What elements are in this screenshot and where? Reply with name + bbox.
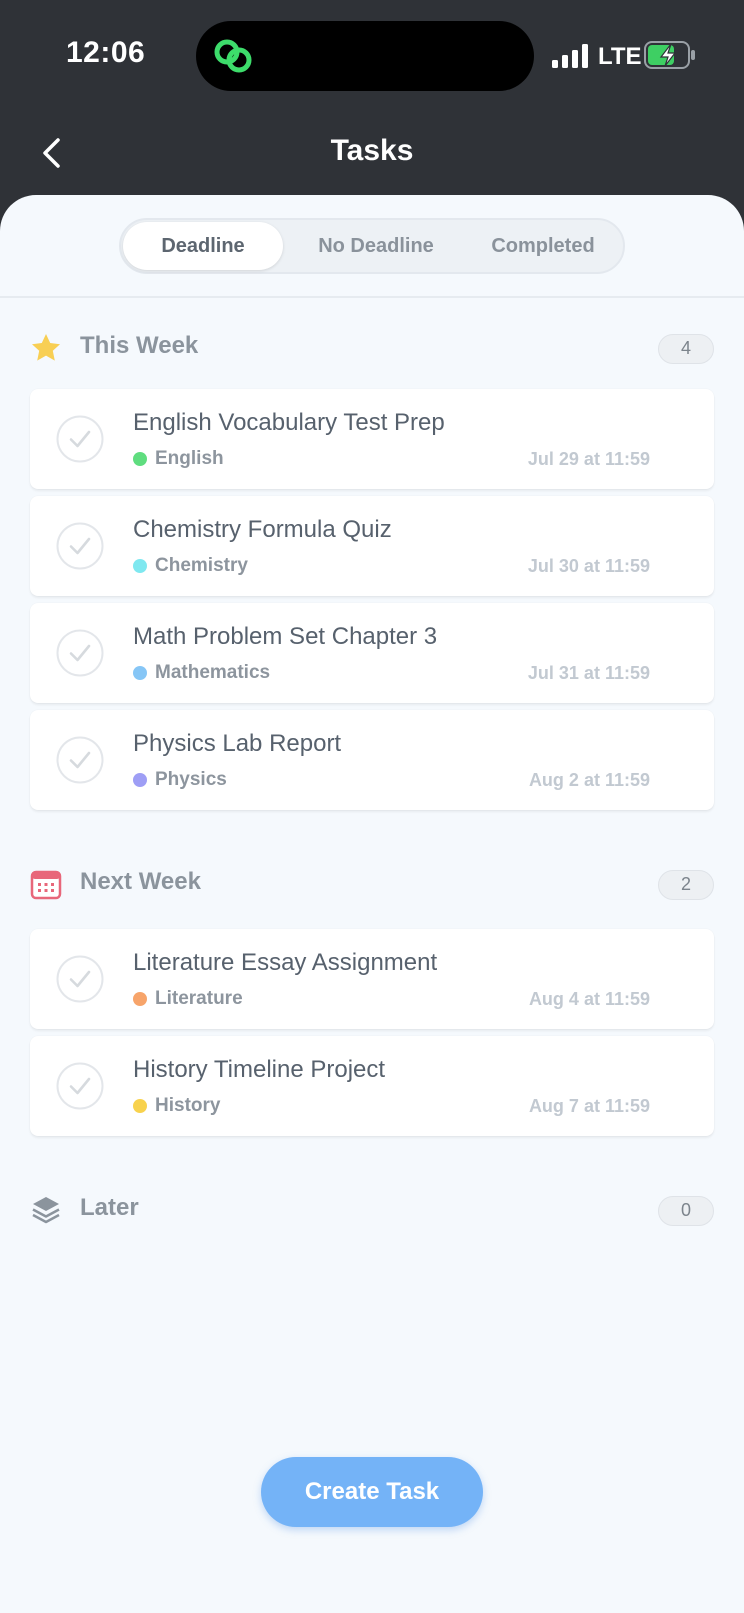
checkmark-circle-icon[interactable] [56,522,104,570]
network-type: LTE [598,43,642,70]
task-title: Literature Essay Assignment [133,949,438,976]
star-icon [32,334,60,361]
task-card[interactable]: History Timeline Project History Aug 7 a… [30,1036,714,1136]
app-link-icon [214,39,252,73]
content-sheet: Deadline No Deadline Completed This Week… [0,195,744,1613]
create-task-button[interactable]: Create Task [261,1457,483,1527]
task-subject: Chemistry [155,555,248,576]
task-due-date: Jul 31 at 11:59 [527,663,650,683]
page-title: Tasks [330,134,414,167]
task-subject: Mathematics [155,662,271,683]
section-header-next-week: Next Week 2 [30,864,714,904]
task-title: History Timeline Project [133,1056,386,1083]
task-card[interactable]: English Vocabulary Test Prep English Jul… [30,389,714,489]
task-due-date: Aug 2 at 11:59 [528,770,650,790]
tab-no-deadline[interactable]: No Deadline [291,220,461,272]
task-due-date: Aug 4 at 11:59 [528,989,650,1009]
subject-color-dot [133,666,147,680]
subject-color-dot [133,452,147,466]
task-card[interactable]: Chemistry Formula Quiz Chemistry Jul 30 … [30,496,714,596]
task-due-date: Jul 29 at 11:59 [527,449,650,469]
task-title: Chemistry Formula Quiz [133,516,392,543]
filter-tabs: Deadline No Deadline Completed [119,218,625,274]
subject-color-dot [133,773,147,787]
nav-bar: Tasks [0,110,744,196]
task-title: Math Problem Set Chapter 3 [133,623,438,650]
task-title: English Vocabulary Test Prep [133,409,445,436]
checkmark-circle-icon[interactable] [56,629,104,677]
dynamic-island [196,21,534,91]
subject-color-dot [133,559,147,573]
subject-color-dot [133,992,147,1006]
section-count-badge: 2 [658,870,714,900]
section-count-badge: 4 [658,334,714,364]
task-title: Physics Lab Report [133,730,342,757]
task-due-date: Jul 30 at 11:59 [527,556,650,576]
task-subject: History [155,1095,221,1116]
status-time: 12:06 [66,36,146,69]
task-card[interactable]: Physics Lab Report Physics Aug 2 at 11:5… [30,710,714,810]
task-subject: English [155,448,224,469]
tab-deadline[interactable]: Deadline [123,222,283,270]
checkmark-circle-icon[interactable] [56,736,104,784]
checkmark-circle-icon[interactable] [56,955,104,1003]
section-title: Later [80,1194,139,1221]
status-bar: 12:06 LTE [0,0,744,110]
checkmark-circle-icon[interactable] [56,415,104,463]
section-title: Next Week [80,868,201,895]
tabs-divider [0,296,744,298]
tab-completed[interactable]: Completed [461,220,625,272]
calendar-icon [30,870,62,900]
task-card[interactable]: Literature Essay Assignment Literature A… [30,929,714,1029]
section-title: This Week [80,332,199,359]
battery-charging-icon [644,41,695,69]
checkmark-circle-icon[interactable] [56,1062,104,1110]
signal-icon [552,44,588,68]
subject-color-dot [133,1099,147,1113]
section-count-badge: 0 [658,1196,714,1226]
task-subject: Physics [155,769,227,790]
section-header-later: Later 0 [30,1190,714,1230]
task-subject: Literature [155,988,243,1009]
section-header-this-week: This Week 4 [30,328,714,368]
layers-icon [32,1197,60,1224]
task-due-date: Aug 7 at 11:59 [528,1096,650,1116]
task-card[interactable]: Math Problem Set Chapter 3 Mathematics J… [30,603,714,703]
